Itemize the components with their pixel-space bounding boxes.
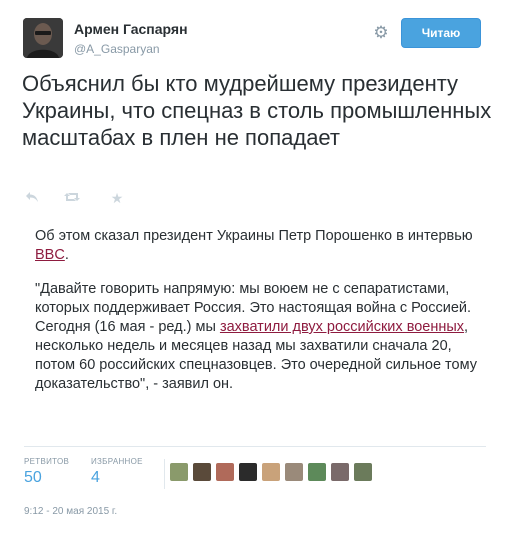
quote-text: Об этом сказал президент Украины Петр По… [35,228,473,244]
gear-icon[interactable]: ⚙ [372,24,390,42]
reply-icon[interactable] [24,190,40,206]
favoriter-avatar[interactable] [170,463,188,481]
favorites-count: 4 [91,469,100,486]
bbc-link[interactable]: BBC [35,247,65,263]
tweet-timestamp[interactable]: 9:12 - 20 мая 2015 г. [24,506,117,517]
retweet-icon-glyph [64,193,80,201]
quote-paragraph-2: "Давайте говорить напрямую: мы воюем не … [35,280,480,394]
stats-separator [164,459,165,489]
favoriter-avatar[interactable] [354,463,372,481]
divider [24,446,486,447]
author-name[interactable]: Армен Гаспарян [74,21,188,37]
favoriter-avatar[interactable] [285,463,303,481]
retweets-label: РЕТВИТОВ [24,457,70,466]
reply-icon-glyph [26,192,38,202]
retweet-icon[interactable] [64,190,80,206]
captured-soldiers-link[interactable]: захватили двух российских военных [220,319,464,335]
retweets-count: 50 [24,469,42,486]
retweets-stat[interactable]: РЕТВИТОВ 50 [24,457,69,487]
tweet-text: Объяснил бы кто мудрейшему президенту Ук… [22,71,492,150]
quoted-article: Об этом сказал президент Украины Петр По… [35,227,480,409]
follow-button[interactable]: Читаю [401,18,481,48]
tweet-stats: РЕТВИТОВ 50 ИЗБРАННОЕ 4 [24,457,494,497]
favoriter-avatar[interactable] [193,463,211,481]
favorites-label: ИЗБРАННОЕ [91,457,143,466]
favorites-stat[interactable]: ИЗБРАННОЕ 4 [91,457,143,487]
favoriter-avatar[interactable] [308,463,326,481]
favoriter-avatar[interactable] [216,463,234,481]
tweet-header: Армен Гаспарян @A_Gasparyan ⚙ Читаю [23,18,488,62]
favorite-star-icon[interactable]: ★ [109,190,125,206]
quote-paragraph-1: Об этом сказал президент Украины Петр По… [35,227,480,265]
author-handle[interactable]: @A_Gasparyan [74,42,160,56]
favoriter-avatar[interactable] [239,463,257,481]
author-avatar-image [23,18,63,58]
author-avatar[interactable] [23,18,63,58]
favoriter-avatar[interactable] [331,463,349,481]
favoriter-avatar[interactable] [262,463,280,481]
quote-text: . [64,247,69,263]
